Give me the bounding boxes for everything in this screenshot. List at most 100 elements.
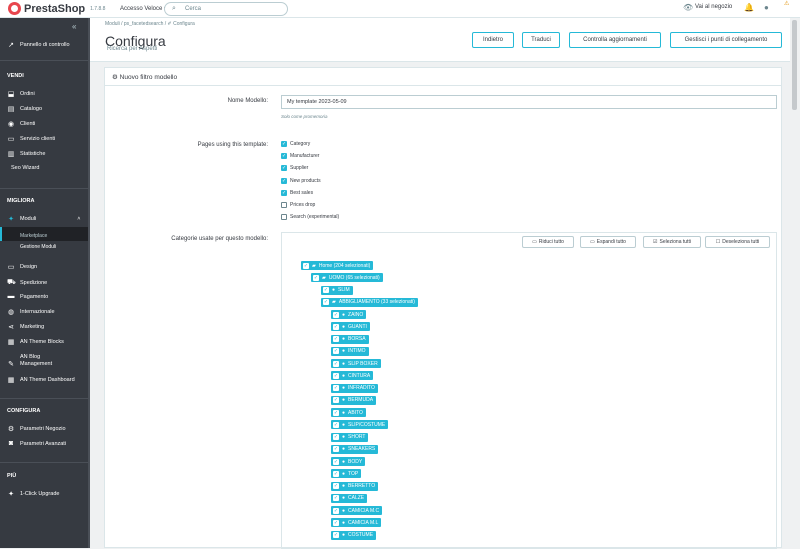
page-checkbox[interactable]: ✓ New products [281, 177, 321, 184]
checkbox-checked-icon[interactable]: ✓ [333, 421, 339, 428]
tree-node[interactable]: ✓ ● CALZE [331, 493, 368, 503]
tree-node[interactable]: ✓ ● SHORT [331, 432, 369, 442]
sidebar-item-catalogo[interactable]: ▤ Catalogo [7, 105, 42, 113]
sidebar-item-an-blog[interactable]: ✎ AN Blog Management [7, 354, 60, 368]
sidebar-item-marketing[interactable]: ⋖ Marketing [7, 323, 44, 331]
checkbox-checked-icon[interactable]: ✓ [333, 519, 339, 526]
quick-access-dropdown[interactable]: Accesso Veloce ▾ [120, 5, 167, 12]
tree-node[interactable]: ✓ ● INTIMO [331, 346, 369, 356]
checkbox-checked-icon[interactable]: ✓ [313, 274, 319, 281]
sidebar-item-parametri-negozio[interactable]: ⚙ Parametri Negozio [7, 425, 66, 433]
manage-hooks-button[interactable]: Gestisci i punti di collegamento [670, 32, 782, 48]
checkbox-empty-icon[interactable] [281, 202, 287, 208]
checkbox-checked-icon[interactable]: ✓ [333, 348, 339, 355]
search-input[interactable]: ⌕ Cerca [164, 2, 288, 16]
breadcrumb[interactable]: Moduli / ps_facetedsearch / ✐ Configura [105, 21, 195, 27]
collapse-all-button[interactable]: ▭ Riduci tutto [522, 236, 574, 248]
checkbox-checked-icon[interactable]: ✓ [281, 189, 287, 196]
tree-node[interactable]: ✓ ● BODY [331, 457, 366, 466]
expand-all-button[interactable]: ▭ Espandi tutto [580, 236, 636, 248]
tree-node[interactable]: ✓ ● COSTUME [331, 530, 377, 540]
template-name-input[interactable]: My template 2023-05-09 [281, 95, 777, 109]
tree-node[interactable]: ✓ ▰ Home (204 selezionati) [301, 261, 374, 270]
checkbox-checked-icon[interactable]: ✓ [333, 495, 339, 502]
sidebar-item-pagamento[interactable]: ▬ Pagamento [7, 293, 49, 300]
checkbox-checked-icon[interactable]: ✓ [333, 385, 339, 391]
tree-node[interactable]: ✓ ● ZAINO [331, 310, 367, 319]
sidebar-item-servizio-clienti[interactable]: ▭ Servizio clienti [7, 135, 55, 143]
tree-node[interactable]: ✓ ● TOP [331, 469, 362, 479]
checkbox-checked-icon[interactable]: ✓ [333, 483, 339, 489]
select-all-button[interactable]: ☑ Seleziona tutti [643, 236, 701, 248]
sidebar-item-seo-wizard[interactable]: Seo Wizard [11, 165, 39, 171]
tree-node[interactable]: ✓ ● GUANTI [331, 322, 370, 332]
checkbox-checked-icon[interactable]: ✓ [333, 360, 339, 367]
checkbox-checked-icon[interactable]: ✓ [303, 262, 309, 269]
tree-node[interactable]: ✓ ● BORSA [331, 334, 369, 344]
tree-node[interactable]: ✓ ● ABITO [331, 408, 366, 417]
sidebar-subitem-gestione-moduli[interactable]: Gestione Moduli [20, 244, 56, 250]
sidebar-item-spedizione[interactable]: ⛟ Spedizione [7, 278, 47, 287]
page-checkbox[interactable]: ✓ Supplier [281, 165, 308, 172]
checkbox-checked-icon[interactable]: ✓ [333, 507, 339, 514]
sidebar-scrollbar[interactable] [88, 18, 90, 548]
collapse-sidebar-icon[interactable]: « [72, 22, 76, 31]
checkbox-checked-icon[interactable]: ✓ [333, 434, 339, 440]
checkbox-checked-icon[interactable]: ✓ [333, 323, 339, 330]
back-button[interactable]: Indietro [472, 32, 514, 48]
sidebar-item-1-click-upgrade[interactable]: ✦ 1-Click Upgrade [7, 490, 59, 498]
prestashop-logo[interactable]: PrestaShop 1.7.8.8 [8, 2, 105, 15]
sidebar-item-design[interactable]: ▭ Design [7, 263, 37, 271]
page-checkbox[interactable]: Prices drop [281, 202, 315, 208]
checkbox-checked-icon[interactable]: ✓ [323, 299, 329, 306]
sidebar-item-clienti[interactable]: ◉ Clienti [7, 120, 35, 128]
checkbox-checked-icon[interactable]: ✓ [333, 409, 339, 416]
checkbox-checked-icon[interactable]: ✓ [281, 165, 287, 172]
page-checkbox[interactable]: ✓ Manufacturer [281, 153, 319, 160]
tree-node[interactable]: ✓ ● CINTURA [331, 371, 374, 381]
tree-node[interactable]: ✓ ● SLIP/COSTUME [331, 420, 389, 430]
checkbox-checked-icon[interactable]: ✓ [281, 177, 287, 184]
check-updates-button[interactable]: Controlla aggiornamenti [569, 32, 661, 48]
tree-node[interactable]: ✓ ● SLIM [321, 285, 353, 295]
deselect-all-button[interactable]: ☐ Deseleziona tutti [705, 236, 770, 248]
sidebar-item-dashboard[interactable]: ↗ Pannello di controllo [7, 41, 69, 49]
checkbox-checked-icon[interactable]: ✓ [333, 336, 339, 342]
bell-icon[interactable]: 🔔 [744, 3, 754, 12]
checkbox-checked-icon[interactable]: ✓ [281, 141, 287, 147]
tree-node[interactable]: ✓ ▰ ABBIGLIAMENTO (33 selezionati) [321, 297, 418, 307]
sidebar-item-parametri-avanzati[interactable]: ◙ Parametri Avanzati [7, 440, 66, 447]
checkbox-checked-icon[interactable]: ✓ [333, 532, 339, 538]
checkbox-checked-icon[interactable]: ✓ [333, 458, 339, 465]
tree-node[interactable]: ✓ ● CAMICIA M.C [331, 506, 383, 515]
checkbox-checked-icon[interactable]: ✓ [323, 287, 329, 293]
checkbox-checked-icon[interactable]: ✓ [333, 372, 339, 379]
eye-icon[interactable]: 👁 [683, 3, 693, 12]
sidebar-item-ordini[interactable]: ⬓ Ordini [7, 90, 35, 98]
checkbox-checked-icon[interactable]: ✓ [333, 446, 339, 453]
sidebar-subitem-marketplace[interactable]: Marketplace [20, 233, 47, 239]
checkbox-checked-icon[interactable]: ✓ [333, 311, 339, 318]
tree-node[interactable]: ✓ ● BERMUDA [331, 395, 377, 405]
tree-node[interactable]: ✓ ● SLIP BOXER [331, 359, 381, 368]
tree-node[interactable]: ✓ ● SNEAKERS [331, 444, 379, 454]
view-shop-link[interactable]: Vai al negozio [695, 4, 732, 10]
tree-node[interactable]: ✓ ● BERRETTO [331, 481, 379, 491]
page-scrollbar-thumb[interactable] [792, 20, 797, 110]
sidebar-item-statistiche[interactable]: ▥ Statistiche [7, 150, 46, 158]
tree-node[interactable]: ✓ ▰ UOMO (65 selezionati) [311, 273, 383, 283]
page-checkbox[interactable]: ✓ Best sales [281, 189, 313, 196]
checkbox-checked-icon[interactable]: ✓ [333, 470, 339, 477]
checkbox-checked-icon[interactable]: ✓ [333, 397, 339, 404]
tree-node[interactable]: ✓ ● CAMICIA M.L [331, 518, 382, 528]
checkbox-checked-icon[interactable]: ✓ [281, 153, 287, 160]
user-avatar-icon[interactable]: ● [764, 3, 769, 12]
sidebar-item-an-theme-dashboard[interactable]: ▦ AN Theme Dashboard [7, 376, 75, 384]
page-checkbox[interactable]: Search (experimental) [281, 214, 339, 221]
checkbox-empty-icon[interactable] [281, 214, 287, 221]
translate-button[interactable]: Traduci [522, 32, 560, 48]
sidebar-item-an-theme-blocks[interactable]: ▦ AN Theme Blocks [7, 338, 64, 346]
tree-node[interactable]: ✓ ● INFRADITO [331, 383, 378, 393]
sidebar-item-moduli[interactable]: ✦ Moduli ˄ [7, 215, 80, 223]
page-checkbox[interactable]: ✓ Category [281, 141, 310, 147]
